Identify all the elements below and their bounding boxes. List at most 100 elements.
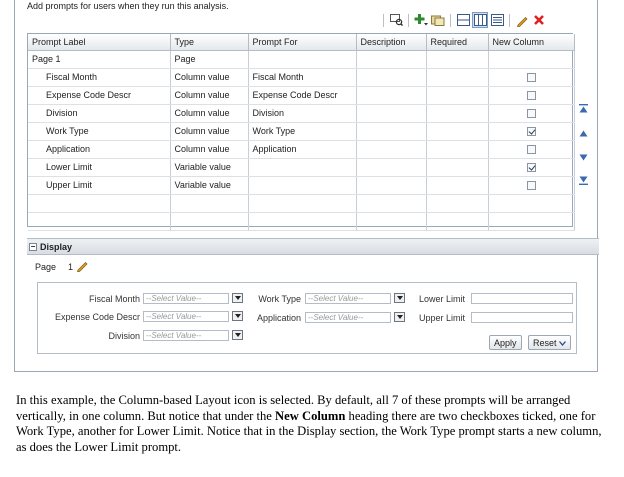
upper-limit-label: Upper Limit: [418, 313, 465, 323]
delete-icon[interactable]: [532, 13, 546, 27]
lower-limit-input[interactable]: [471, 293, 573, 304]
prompt-label: Fiscal Month: [28, 68, 171, 87]
upper-limit-input[interactable]: [471, 312, 573, 323]
prompt-for: Work Type: [248, 122, 357, 141]
new-column-checkbox[interactable]: [526, 145, 536, 155]
table-row[interactable]: Division Column value Division: [28, 104, 575, 123]
division-dropdown-icon[interactable]: [232, 330, 243, 340]
table-row[interactable]: Lower Limit Variable value: [28, 158, 575, 177]
preview-icon[interactable]: [389, 13, 403, 27]
table-row[interactable]: Work Type Column value Work Type: [28, 122, 575, 141]
table-row[interactable]: Page 1 Page: [28, 50, 575, 69]
reorder-controls: [578, 100, 588, 190]
move-down-icon[interactable]: [579, 148, 588, 166]
division-label: Division: [108, 331, 140, 341]
explanation-paragraph: In this example, the Column-based Layout…: [16, 393, 602, 454]
prompt-type: Column value: [170, 68, 249, 87]
application-dropdown-icon[interactable]: [394, 312, 405, 322]
prompts-panel: Add prompts for users when they run this…: [14, 0, 599, 372]
reset-button[interactable]: Reset: [528, 335, 571, 350]
prompts-table: Prompt Label Type Prompt For Description…: [27, 33, 575, 231]
prompt-for: Division: [248, 104, 357, 123]
apply-button-label: Apply: [494, 337, 517, 348]
page-label: Page: [35, 261, 57, 272]
column-header[interactable]: Prompt For: [248, 34, 357, 51]
work-type-dropdown-icon[interactable]: [394, 293, 405, 303]
work-type-select[interactable]: --Select Value--: [305, 293, 391, 304]
prompt-type: Variable value: [170, 176, 249, 195]
prompt-for: Fiscal Month: [248, 68, 357, 87]
prompt-type: Column value: [170, 104, 249, 123]
expense-code-select[interactable]: --Select Value--: [143, 311, 229, 322]
toolbar-separator: [509, 13, 510, 27]
row-layout-icon[interactable]: [456, 13, 470, 27]
list-layout-icon[interactable]: [490, 13, 504, 27]
prompt-type: Column value: [170, 86, 249, 105]
lower-limit-label: Lower Limit: [418, 294, 465, 304]
new-column-checkbox[interactable]: [526, 109, 536, 119]
prompt-label: Application: [28, 140, 171, 159]
new-column-checkbox[interactable]: [526, 91, 536, 101]
chevron-down-icon: [558, 338, 566, 348]
prompt-for: [248, 158, 357, 177]
application-label: Application: [256, 313, 301, 323]
column-header[interactable]: Description: [356, 34, 427, 51]
emphasis-new-column: New Column: [275, 408, 346, 423]
move-up-icon[interactable]: [579, 124, 588, 142]
column-header[interactable]: Type: [170, 34, 249, 51]
new-column-checkbox[interactable]: [526, 73, 536, 83]
work-type-label: Work Type: [258, 294, 301, 304]
move-to-top-icon[interactable]: [578, 100, 588, 118]
column-header[interactable]: Required: [426, 34, 489, 51]
column-header[interactable]: Prompt Label: [28, 34, 171, 51]
page-edit-icon[interactable]: [76, 259, 89, 274]
add-prompt-icon[interactable]: [414, 13, 428, 27]
prompt-type: Column value: [170, 140, 249, 159]
table-row[interactable]: Upper Limit Variable value: [28, 176, 575, 195]
prompt-for: [248, 176, 357, 195]
application-select[interactable]: --Select Value--: [305, 312, 391, 323]
empty-row: [28, 212, 575, 231]
prompt-for: [248, 50, 357, 69]
intro-text: Add prompts for users when they run this…: [27, 1, 229, 11]
collapse-icon[interactable]: −: [29, 242, 37, 251]
empty-row: [28, 194, 575, 213]
table-row[interactable]: Expense Code Descr Column value Expense …: [28, 86, 575, 105]
prompt-label: Page 1: [28, 50, 171, 69]
prompt-layout-preview: Fiscal Month --Select Value-- Expense Co…: [37, 282, 577, 354]
fiscal-month-select[interactable]: --Select Value--: [143, 293, 229, 304]
column-layout-icon[interactable]: [472, 12, 488, 28]
prompt-for: Application: [248, 140, 357, 159]
apply-button[interactable]: Apply: [489, 335, 522, 350]
prompt-label: Upper Limit: [28, 176, 171, 195]
move-to-bottom-icon[interactable]: [578, 172, 588, 190]
prompt-for: Expense Code Descr: [248, 86, 357, 105]
prompt-label: Expense Code Descr: [28, 86, 171, 105]
division-select[interactable]: --Select Value--: [143, 330, 229, 341]
table-row[interactable]: Application Column value Application: [28, 140, 575, 159]
toolbar-separator: [450, 13, 451, 27]
new-column-checkbox[interactable]: [526, 181, 536, 191]
display-section-header[interactable]: − Display: [27, 238, 599, 255]
expense-code-dropdown-icon[interactable]: [232, 311, 243, 321]
prompt-label: Division: [28, 104, 171, 123]
table-row[interactable]: Fiscal Month Column value Fiscal Month: [28, 68, 575, 87]
column-header[interactable]: New Column: [488, 34, 575, 51]
add-from-catalog-icon[interactable]: [431, 13, 445, 27]
page-number: 1: [68, 261, 74, 272]
reset-button-label: Reset: [533, 337, 557, 348]
fiscal-month-dropdown-icon[interactable]: [232, 293, 243, 303]
new-column-checkbox-checked[interactable]: [526, 163, 536, 173]
edit-icon[interactable]: [515, 13, 529, 27]
toolbar-separator: [383, 13, 384, 27]
prompt-label: Work Type: [28, 122, 171, 141]
prompt-type: Column value: [170, 122, 249, 141]
new-column-checkbox-checked[interactable]: [526, 127, 536, 137]
table-header-row: Prompt Label Type Prompt For Description…: [28, 34, 575, 51]
prompts-toolbar: [381, 12, 546, 28]
prompt-type: Variable value: [170, 158, 249, 177]
display-title: Display: [40, 241, 73, 252]
fiscal-month-label: Fiscal Month: [88, 294, 140, 304]
expense-code-label: Expense Code Descr: [54, 312, 140, 322]
prompt-type: Page: [170, 50, 249, 69]
